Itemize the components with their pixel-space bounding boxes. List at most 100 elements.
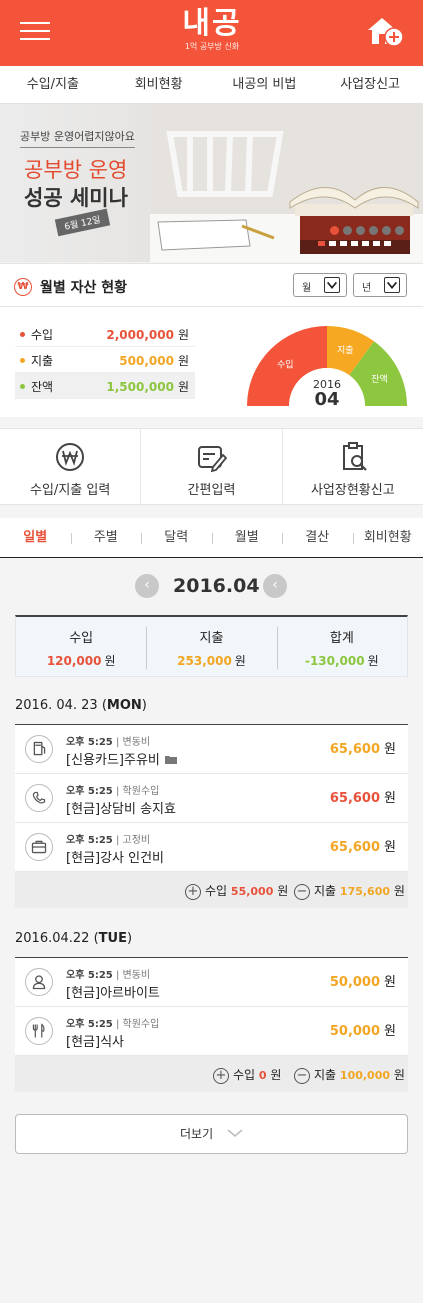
banner-dot[interactable] bbox=[395, 226, 404, 235]
unit: 원 bbox=[393, 1068, 405, 1082]
briefcase-icon bbox=[25, 833, 53, 861]
home-add-icon[interactable] bbox=[366, 14, 404, 48]
summary-total-value: -130,000 bbox=[304, 654, 365, 668]
banner-dot[interactable] bbox=[369, 226, 378, 235]
total-label: 지출 bbox=[314, 1068, 337, 1082]
banner-pager-bar[interactable] bbox=[340, 241, 347, 246]
app-logo[interactable]: 내공 1억 공부방 신화 bbox=[170, 6, 254, 52]
quick-simple-input[interactable]: 간편입력 bbox=[140, 429, 281, 504]
summary-income: 수입 120,000 원 bbox=[16, 617, 146, 676]
logo-text: 내공 bbox=[182, 6, 242, 41]
year-select[interactable]: 년 bbox=[353, 273, 407, 297]
person-icon bbox=[25, 968, 53, 996]
nav-secrets[interactable]: 내공의 비법 bbox=[212, 66, 318, 103]
summary-expense-value: 253,000 bbox=[177, 654, 232, 668]
total-income-value: 0 bbox=[258, 1069, 267, 1082]
banner-dots bbox=[330, 226, 404, 235]
nav-dues[interactable]: 회비현황 bbox=[106, 66, 212, 103]
transaction-amount: 65,600 원 bbox=[330, 738, 396, 757]
amount-value: 65,600 bbox=[329, 791, 381, 806]
day-expense-total: − 지출 175,600 원 bbox=[294, 882, 405, 900]
amount-value: 65,600 bbox=[329, 742, 381, 757]
tab-daily[interactable]: 일별 bbox=[0, 518, 71, 557]
banner-pager-bar[interactable] bbox=[329, 241, 336, 246]
banner-pager-bar[interactable] bbox=[351, 241, 358, 246]
hamburger-icon[interactable] bbox=[20, 20, 50, 42]
total-label: 수입 bbox=[205, 884, 228, 898]
tab-dues[interactable]: 회비현황 bbox=[352, 518, 423, 557]
transaction-item[interactable]: 오후 5:25 | 학원수입 [현금]상담비 송지효 65,600 원 bbox=[15, 774, 408, 823]
transaction-category: 변동비 bbox=[122, 737, 151, 748]
day-date: 2016.04.22 ( bbox=[15, 931, 99, 946]
fuel-pump-icon bbox=[25, 735, 53, 763]
unit: 원 bbox=[177, 328, 189, 342]
transaction-title: [신용카드]주유비 bbox=[66, 753, 160, 768]
promo-banner[interactable]: 공부방 운영어렵지않아요 공부방 운영 성공 세미나 6월 12일 bbox=[0, 104, 423, 262]
nav-business-report[interactable]: 사업장신고 bbox=[317, 66, 423, 103]
summary-total: 합계 -130,000 원 bbox=[276, 617, 407, 676]
transaction-meta: 오후 5:25 | 고정비 bbox=[66, 835, 151, 846]
unit: 원 bbox=[384, 975, 396, 990]
transaction-meta: 오후 5:25 | 학원수입 bbox=[66, 786, 160, 797]
unit: 원 bbox=[277, 884, 289, 898]
asset-value: 2,000,000 원 bbox=[106, 326, 189, 343]
expense-dot bbox=[20, 358, 25, 363]
total-label: 지출 bbox=[314, 884, 337, 898]
banner-pager-bar[interactable] bbox=[373, 241, 380, 246]
tab-settlement[interactable]: 결산 bbox=[282, 518, 353, 557]
transaction-item[interactable]: 오후 5:25 | 고정비 [현금]강사 인건비 65,600 원 bbox=[15, 823, 408, 872]
tab-weekly[interactable]: 주별 bbox=[70, 518, 142, 557]
load-more-button[interactable]: 더보기 bbox=[15, 1114, 408, 1154]
transaction-item[interactable]: 오후 5:25 | 학원수입 [현금]식사 50,000 원 bbox=[15, 1007, 408, 1056]
chevron-down-icon bbox=[384, 277, 400, 293]
quick-income-expense-input[interactable]: 수입/지출 입력 bbox=[0, 429, 140, 504]
asset-gauge-chart: 수입지출잔액201604 bbox=[247, 326, 407, 406]
banner-dot[interactable] bbox=[356, 226, 365, 235]
banner-illustration bbox=[150, 104, 423, 262]
gauge-label: 잔액 bbox=[371, 373, 388, 385]
prev-month-button[interactable]: ‹ bbox=[135, 574, 159, 598]
top-nav: 수입/지출 회비현황 내공의 비법 사업장신고 bbox=[0, 66, 423, 104]
banner-pager-bar[interactable] bbox=[384, 241, 391, 246]
unit: 원 bbox=[177, 354, 189, 368]
summary-income-value: 120,000 bbox=[46, 654, 102, 668]
banner-pager bbox=[318, 241, 391, 246]
banner-dot[interactable] bbox=[382, 226, 391, 235]
minus-icon: − bbox=[294, 883, 310, 900]
transaction-item[interactable]: 오후 5:25 | 변동비 [신용카드]주유비 65,600 원 bbox=[15, 725, 408, 774]
quick-business-report[interactable]: 사업장현황신고 bbox=[281, 429, 423, 504]
logo-subtitle: 1억 공부방 신화 bbox=[184, 42, 240, 51]
asset-section-header: ₩ 월별 자산 현황 월 년 bbox=[0, 263, 423, 307]
transaction-amount: 50,000 원 bbox=[330, 971, 396, 990]
banner-dot[interactable] bbox=[343, 226, 352, 235]
day-total: + 수입 0 원 − 지출 100,000 원 bbox=[15, 1056, 408, 1092]
asset-row-income: 수입 2,000,000 원 bbox=[15, 321, 195, 347]
won-coin-icon bbox=[56, 443, 85, 471]
total-income-value: 55,000 bbox=[230, 885, 274, 898]
minus-icon: − bbox=[294, 1067, 310, 1084]
load-more-label: 더보기 bbox=[180, 1127, 214, 1141]
day-weekday: TUE bbox=[98, 931, 127, 946]
banner-dot[interactable] bbox=[330, 226, 339, 235]
day-total: + 수입 55,000 원 − 지출 175,600 원 bbox=[15, 872, 408, 908]
folder-icon[interactable] bbox=[164, 754, 178, 765]
banner-pager-bar[interactable] bbox=[318, 241, 325, 246]
unit: 원 bbox=[393, 884, 405, 898]
nav-income-expense[interactable]: 수입/지출 bbox=[0, 66, 106, 103]
transaction-list: 오후 5:25 | 변동비 [신용카드]주유비 65,600 원 오후 5:25 … bbox=[15, 724, 408, 908]
month-select[interactable]: 월 bbox=[293, 273, 347, 297]
tab-monthly[interactable]: 월별 bbox=[211, 518, 283, 557]
transaction-item[interactable]: 오후 5:25 | 변동비 [현금]아르바이트 50,000 원 bbox=[15, 958, 408, 1007]
transaction-title: [현금]식사 bbox=[66, 1035, 124, 1050]
fork-knife-icon bbox=[25, 1017, 53, 1045]
income-value: 2,000,000 bbox=[106, 328, 174, 342]
next-month-button[interactable]: ‹ bbox=[263, 574, 287, 598]
transaction-title: [현금]아르바이트 bbox=[66, 986, 160, 1001]
day-header: 2016.04.22 (TUE) bbox=[15, 931, 132, 946]
day-close: ) bbox=[141, 698, 147, 713]
tab-calendar[interactable]: 달력 bbox=[141, 518, 212, 557]
banner-pager-bar[interactable] bbox=[362, 241, 369, 246]
amount-value: 50,000 bbox=[329, 975, 381, 990]
transaction-category: 고정비 bbox=[122, 835, 151, 846]
summary-value: 120,000 원 bbox=[16, 652, 146, 669]
